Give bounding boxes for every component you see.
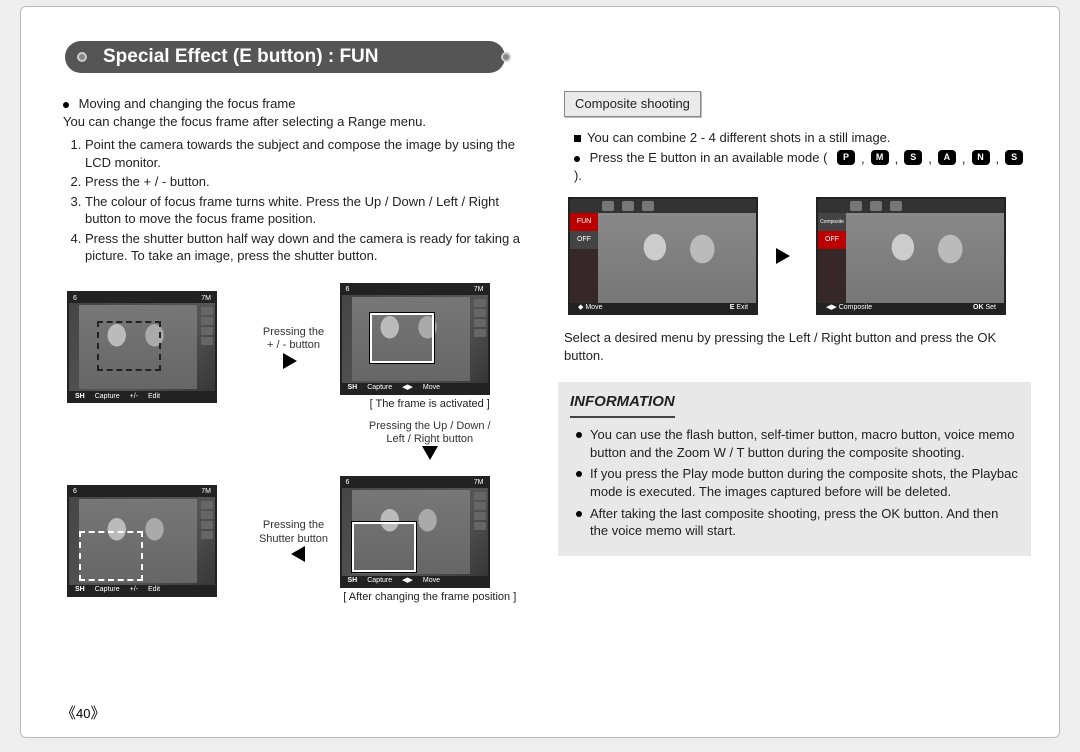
menu-composite: Composite xyxy=(818,213,846,231)
focus-frame-active xyxy=(370,313,434,363)
page-title: Special Effect (E button) : FUN xyxy=(103,46,379,68)
bullet-icon xyxy=(574,156,580,162)
title-bullet-right xyxy=(501,52,511,62)
arrow-down-icon xyxy=(340,446,521,468)
arrow-left-icon xyxy=(254,546,334,562)
menu-off: OFF xyxy=(818,231,846,249)
focus-frame-moved xyxy=(352,522,416,572)
lcd-fig-d: 67M SHCapture+/-Edit xyxy=(67,485,248,597)
mode-icon: M xyxy=(871,150,889,165)
manual-page: Special Effect (E button) : FUN Moving a… xyxy=(20,6,1060,738)
lcd-fig-c: 67M SHCapture◀▶Move [ After changing the… xyxy=(340,476,521,605)
mid-label-1: Pressing the + / - button xyxy=(254,326,334,352)
lead-title: Moving and changing the focus frame xyxy=(79,96,296,111)
menu-fun: FUN xyxy=(570,213,598,231)
press-e-end: ). xyxy=(574,168,582,183)
mode-icon: A xyxy=(938,150,956,165)
combine-text: You can combine 2 - 4 different shots in… xyxy=(587,130,891,145)
right-column: Composite shooting You can combine 2 - 4… xyxy=(550,89,1031,719)
mode-icon: S xyxy=(904,150,922,165)
mid-col-2: Pressing the Up / Down / Left / Right bu… xyxy=(340,420,521,468)
info-item: If you press the Play mode button during… xyxy=(576,465,1019,500)
mode-icon: N xyxy=(972,150,990,165)
mode-icon: S xyxy=(1005,150,1023,165)
title-bullet-left xyxy=(77,52,87,62)
lcd-top-count: 6 xyxy=(73,294,77,303)
step-item: Press the shutter button half way down a… xyxy=(85,230,520,265)
composite-lcd-right: Composite OFF ◀▶ Composite OK Set xyxy=(816,197,1006,315)
comp-l-exit: Exit xyxy=(736,304,748,311)
press-e-text: Press the E button in an available mode … xyxy=(590,150,828,165)
bullet-icon xyxy=(63,102,69,108)
lcd-fig-a: 67M SHCapture+/-Edit xyxy=(67,291,248,403)
mode-icon-row: P, M, S, A, N, S xyxy=(837,150,1023,168)
comp-r-ok: OK xyxy=(973,304,984,311)
lcd-top-res: 7M xyxy=(201,294,211,303)
comp-l-move: Move xyxy=(585,304,602,311)
information-list: You can use the flash button, self-timer… xyxy=(576,426,1019,539)
lcd-fig-b: 67M SHCapture◀▶Move [ The frame is activ… xyxy=(340,283,521,412)
lcd-move: Move xyxy=(423,383,440,392)
step-item: Point the camera towards the subject and… xyxy=(85,136,520,171)
lcd-edit: Edit xyxy=(148,392,160,401)
lcd-sh: SH xyxy=(75,392,85,401)
focus-frame xyxy=(79,531,143,581)
composite-shooting-tab: Composite shooting xyxy=(564,91,701,117)
information-header: INFORMATION xyxy=(570,392,675,418)
comp-l-e: E xyxy=(730,304,735,311)
step-item: Press the + / - button. xyxy=(85,173,520,191)
after-comp-text: Select a desired menu by pressing the Le… xyxy=(564,329,1031,364)
information-box: INFORMATION You can use the flash button… xyxy=(558,382,1031,556)
page-title-bar: Special Effect (E button) : FUN xyxy=(65,41,505,73)
mid-col-1: Pressing the + / - button xyxy=(254,326,334,368)
fig-caption-c: [ After changing the frame position ] xyxy=(340,590,521,605)
mid-label-3: Pressing the Shutter button xyxy=(254,519,334,545)
mid-label-2: Pressing the Up / Down / Left / Right bu… xyxy=(340,420,521,446)
focus-frame xyxy=(97,321,161,371)
arrow-right-icon xyxy=(776,248,798,264)
square-bullet-icon xyxy=(574,135,581,142)
mode-icon: P xyxy=(837,150,855,165)
arrow-right-icon xyxy=(254,353,334,369)
left-column: Moving and changing the focus frame You … xyxy=(49,89,530,719)
figure-grid: 67M SHCapture+/-Edit Pressing the + / - … xyxy=(67,283,520,613)
steps-list: Point the camera towards the subject and… xyxy=(85,136,520,265)
fig-caption-b: [ The frame is activated ] xyxy=(340,397,521,412)
composite-figure-row: FUN OFF ◆ Move E Exit Composite OF xyxy=(568,197,1031,315)
info-item: After taking the last composite shooting… xyxy=(576,505,1019,540)
mid-col-3: Pressing the Shutter button xyxy=(254,519,334,561)
comp-r-set: Set xyxy=(986,304,997,311)
lead-sub: You can change the focus frame after sel… xyxy=(63,114,426,129)
info-item: You can use the flash button, self-timer… xyxy=(576,426,1019,461)
composite-lcd-left: FUN OFF ◆ Move E Exit xyxy=(568,197,758,315)
menu-off: OFF xyxy=(570,231,598,249)
page-number: 《40》 xyxy=(61,702,106,723)
lcd-capture: Capture xyxy=(95,392,120,401)
comp-r-composite: Composite xyxy=(839,304,872,311)
step-item: The colour of focus frame turns white. P… xyxy=(85,193,520,228)
